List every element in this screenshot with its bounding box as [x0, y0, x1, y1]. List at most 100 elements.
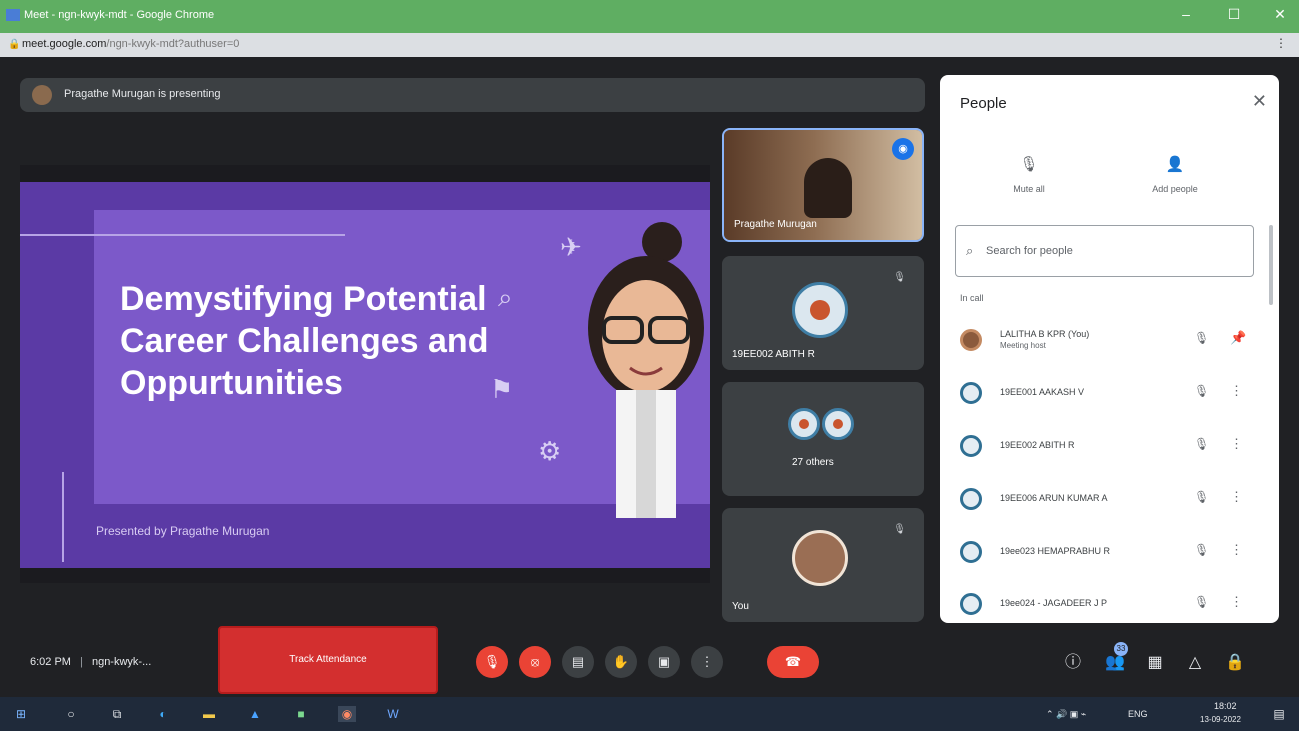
host-controls-icon[interactable]: 🔒 — [1222, 650, 1248, 676]
participant-name: LALITHA B KPR (You) — [1000, 329, 1090, 339]
more-options-icon[interactable]: ⋮ — [1230, 594, 1243, 610]
mic-off-icon[interactable]: 🎙 — [1194, 437, 1209, 451]
store-icon[interactable]: ▲ — [246, 706, 264, 722]
minimize-button[interactable]: – — [1172, 6, 1200, 22]
search-icon[interactable]: ○ — [62, 706, 80, 722]
meeting-code[interactable]: ngn-kwyk-... — [92, 656, 151, 668]
participant-tile-abith[interactable]: 🎙 19EE002 ABITH R — [722, 256, 924, 370]
notifications-icon[interactable]: ▤ — [1270, 706, 1288, 722]
more-options-icon[interactable]: ⋮ — [1230, 489, 1243, 505]
participant-avatar — [960, 435, 982, 457]
track-attendance-button[interactable]: Track Attendance — [218, 626, 438, 694]
mic-off-icon: 🎙 — [893, 524, 906, 535]
gear-icon: ⚙ — [538, 436, 562, 466]
presentation-slide: Demystifying Potential Career Challenges… — [20, 182, 710, 568]
participant-video — [804, 158, 852, 218]
participant-name: 19ee023 HEMAPRABHU R — [1000, 546, 1111, 556]
mic-off-icon[interactable]: 🎙 — [1194, 543, 1209, 557]
slide-title: Demystifying Potential Career Challenges… — [120, 280, 489, 402]
people-icon[interactable]: 👥 33 — [1102, 642, 1128, 676]
mute-all-button[interactable]: 🎙 Mute all — [974, 155, 1084, 197]
participant-row[interactable]: 19EE001 AAKASH V 🎙 ⋮ — [940, 374, 1279, 414]
participant-row[interactable]: 19ee024 - JAGADEER J P 🎙 ⋮ — [940, 585, 1279, 623]
chat-icon[interactable]: ▦ — [1142, 650, 1168, 676]
tray-time[interactable]: 18:02 — [1214, 701, 1237, 711]
panel-title: People — [960, 95, 1007, 112]
mic-toggle-button[interactable]: 🎙 — [476, 646, 508, 678]
tray-icons[interactable]: ⌃ 🔊 ▣ ⌁ — [1046, 709, 1086, 720]
paper-plane-icon: ✈ — [560, 232, 582, 262]
edge-browser-icon[interactable]: ◐ — [154, 706, 172, 722]
magnifier-icon: ⌕ — [498, 282, 513, 312]
raise-hand-button[interactable]: ✋ — [605, 646, 637, 678]
app-icon[interactable]: ■ — [292, 706, 310, 722]
mic-off-icon[interactable]: 🎙 — [1194, 490, 1209, 504]
slide-divider — [20, 234, 345, 236]
close-window-button[interactable]: ✕ — [1266, 6, 1294, 23]
participant-avatar — [822, 408, 854, 440]
participant-row[interactable]: LALITHA B KPR (You) Meeting host 🎙 📌 — [940, 321, 1279, 361]
self-tile[interactable]: 🎙 You — [722, 508, 924, 622]
more-options-icon[interactable]: ⋮ — [1230, 542, 1243, 558]
others-tile[interactable]: 27 others — [722, 382, 924, 496]
participant-name: 19ee024 - JAGADEER J P — [1000, 598, 1108, 608]
participant-row[interactable]: 19EE006 ARUN KUMAR A 🎙 ⋮ — [940, 480, 1279, 520]
more-options-button[interactable]: ⋮ — [691, 646, 723, 678]
search-icon: ⌕ — [966, 243, 974, 258]
browser-menu-icon[interactable]: ⋮ — [1275, 36, 1287, 50]
presenting-text: Pragathe Murugan is presenting — [64, 88, 221, 100]
participant-name: 19EE002 ABITH R — [1000, 440, 1075, 450]
tile-name: 19EE002 ABITH R — [732, 349, 815, 360]
participant-avatar — [960, 329, 982, 351]
lock-icon: 🔒 — [8, 39, 21, 50]
participant-tile-pragathe[interactable]: ◉ Pragathe Murugan — [722, 128, 924, 242]
close-panel-icon[interactable]: ✕ — [1252, 91, 1267, 112]
slide-byline: Presented by Pragathe Murugan — [96, 524, 270, 538]
window-title: Meet - ngn-kwyk-mdt - Google Chrome — [24, 9, 215, 21]
mic-off-icon[interactable]: 🎙 — [1194, 384, 1209, 398]
windows-start-icon[interactable]: ⊞ — [12, 706, 30, 722]
screen-share-area: Demystifying Potential Career Challenges… — [20, 165, 710, 583]
mic-off-icon[interactable]: 🎙 — [1194, 331, 1209, 345]
captions-button[interactable]: ▤ — [562, 646, 594, 678]
mic-off-icon: 🎙 — [1019, 156, 1039, 173]
participant-row[interactable]: 19EE002 ABITH R 🎙 ⋮ — [940, 427, 1279, 467]
present-button[interactable]: ▣ — [648, 646, 680, 678]
file-explorer-icon[interactable]: ▬ — [200, 706, 218, 722]
participant-count-badge: 33 — [1114, 642, 1128, 656]
tray-date[interactable]: 13-09-2022 — [1200, 715, 1241, 724]
others-count-label: 27 others — [792, 457, 834, 468]
maximize-button[interactable]: ☐ — [1220, 6, 1248, 23]
camera-toggle-button[interactable]: ⦻ — [519, 646, 551, 678]
address-bar[interactable]: 🔒 meet.google.com/ngn-kwyk-mdt?authuser=… — [0, 33, 1299, 57]
task-view-icon[interactable]: ⧉ — [108, 706, 126, 722]
os-taskbar: ⊞ ○ ⧉ ◐ ▬ ▲ ■ ◉ W ⌃ 🔊 ▣ ⌁ ENG 18:02 13-0… — [0, 697, 1299, 731]
meeting-meta: 6:02 PM | ngn-kwyk-... — [30, 656, 152, 668]
chrome-icon[interactable]: ◉ — [338, 706, 356, 722]
mic-off-icon[interactable]: 🎙 — [1194, 595, 1209, 609]
panel-scrollbar[interactable] — [1269, 225, 1273, 305]
add-people-button[interactable]: 👤 Add people — [1120, 155, 1230, 197]
activities-icon[interactable]: △ — [1182, 650, 1208, 676]
pin-icon[interactable]: 📌 — [1230, 330, 1246, 346]
url-text[interactable]: meet.google.com/ngn-kwyk-mdt?authuser=0 — [22, 38, 239, 50]
people-panel: People ✕ 🎙 Mute all 👤 Add people ⌕ Searc… — [940, 75, 1279, 623]
search-people-input[interactable]: ⌕ Search for people — [955, 225, 1254, 277]
more-options-icon[interactable]: ⋮ — [1230, 436, 1243, 452]
meeting-info-icon[interactable]: ⓘ — [1060, 650, 1086, 676]
in-call-label: In call — [960, 293, 984, 303]
participant-avatar — [960, 593, 982, 615]
word-icon[interactable]: W — [384, 706, 402, 722]
language-indicator[interactable]: ENG — [1128, 709, 1148, 719]
participant-name: 19EE001 AAKASH V — [1000, 387, 1085, 397]
rocket-icon: ⚑ — [490, 374, 514, 404]
participant-row[interactable]: 19ee023 HEMAPRABHU R 🎙 ⋮ — [940, 533, 1279, 573]
presenter-avatar — [32, 85, 52, 105]
leave-call-button[interactable]: ☎ — [767, 646, 819, 678]
tile-name: Pragathe Murugan — [734, 219, 817, 230]
participant-name: 19EE006 ARUN KUMAR A — [1000, 493, 1108, 503]
meet-favicon-icon — [6, 9, 20, 21]
more-options-icon[interactable]: ⋮ — [1230, 383, 1243, 399]
speaking-indicator-icon: ◉ — [892, 138, 914, 160]
clock-time: 6:02 PM — [30, 656, 71, 668]
